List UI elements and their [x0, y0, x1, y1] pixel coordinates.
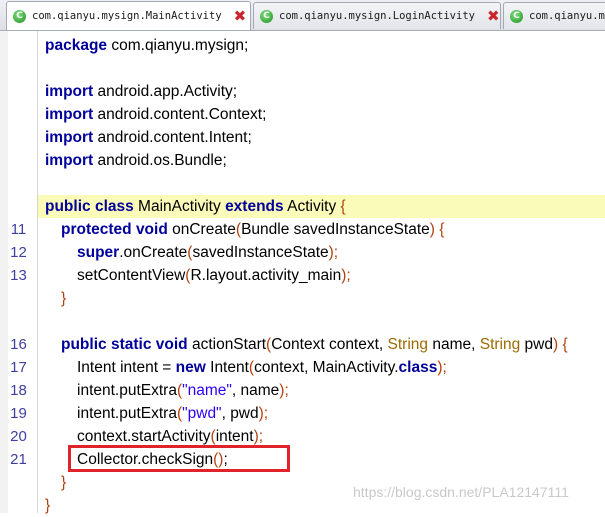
keyword: super	[77, 244, 120, 261]
close-icon[interactable]: ✖	[487, 8, 500, 24]
annotation-highlight-box	[68, 445, 290, 472]
code-line: 19 intent.putExtra("pwd", pwd);	[0, 402, 605, 425]
code-text: R.layout.activity_main	[190, 267, 342, 284]
brace: }	[61, 290, 67, 307]
paren: );	[253, 428, 264, 445]
code-line: import android.content.Context;	[0, 103, 605, 126]
string-literal: "pwd"	[182, 405, 222, 422]
code-text: Intent intent =	[77, 359, 176, 376]
code-text: Bundle savedInstanceState	[241, 221, 430, 238]
tab-label: com.qianyu.mysign.MainActivity	[32, 10, 222, 22]
method-name: actionStart	[187, 336, 267, 353]
paren: );	[341, 267, 351, 284]
keyword: void	[155, 336, 188, 353]
code-text: intent	[215, 428, 254, 445]
watermark-text: https://blog.csdn.net/PLA12147111	[353, 484, 569, 500]
line-number: 11	[10, 221, 27, 238]
paren: );	[437, 359, 447, 376]
code-line: 17 Intent intent = new Intent(context, M…	[0, 356, 605, 379]
keyword: extends	[225, 198, 284, 215]
code-text: Context context,	[271, 336, 388, 353]
java-class-icon: C	[13, 9, 26, 23]
code-text: context, MainActivity.	[254, 359, 399, 376]
code-line: import android.app.Activity;	[0, 80, 605, 103]
code-line: 16 public static void actionStart(Contex…	[0, 333, 605, 356]
line-number: 18	[10, 382, 27, 399]
string-literal: "name"	[182, 382, 232, 399]
tab-other-activity[interactable]: C com.qianyu.m	[503, 2, 605, 29]
code-line: }	[0, 287, 605, 310]
code-line: 13 setContentView(R.layout.activity_main…	[0, 264, 605, 287]
line-number: 13	[10, 267, 27, 284]
paren: );	[279, 382, 289, 399]
code-text: intent.putExtra	[77, 405, 177, 422]
code-text: com.qianyu.mysign;	[107, 37, 249, 54]
code-line: import android.content.Intent;	[0, 126, 605, 149]
parent-class: Activity	[283, 198, 341, 215]
code-text: context.startActivity	[77, 428, 211, 445]
code-line: 18 intent.putExtra("name", name);	[0, 379, 605, 402]
paren: );	[328, 244, 339, 261]
code-text: Intent	[205, 359, 249, 376]
brace: }	[45, 497, 51, 514]
code-text: intent.putExtra	[77, 382, 177, 399]
code-line: 12 super.onCreate(savedInstanceState);	[0, 241, 605, 264]
tab-label: com.qianyu.m	[529, 10, 605, 22]
line-number: 17	[10, 359, 27, 376]
brace: }	[61, 474, 67, 491]
java-class-icon: C	[510, 9, 523, 23]
keyword: class	[398, 359, 438, 376]
code-text: savedInstanceState	[192, 244, 329, 261]
line-number: 21	[10, 451, 27, 468]
brace: {	[434, 221, 445, 238]
code-text: name,	[428, 336, 480, 353]
code-text: setContentView	[77, 267, 186, 284]
keyword: package	[45, 37, 108, 54]
paren: );	[258, 405, 269, 422]
current-line-highlight: public class MainActivity extends Activi…	[38, 195, 605, 218]
code-line: import android.os.Bundle;	[0, 149, 605, 172]
keyword: public	[61, 336, 107, 353]
code-text: android.os.Bundle;	[93, 152, 227, 169]
code-text: android.app.Activity;	[93, 83, 238, 100]
brace: {	[340, 198, 346, 215]
code-text: android.content.Context;	[93, 106, 267, 123]
keyword: import	[45, 83, 94, 100]
type-name: String	[387, 336, 429, 353]
keyword: import	[45, 129, 94, 146]
keyword: protected	[61, 221, 132, 238]
code-text: pwd	[520, 336, 553, 353]
brace: {	[558, 336, 568, 353]
method-name: onCreate	[167, 221, 236, 238]
code-text: android.content.Intent;	[93, 129, 252, 146]
code-line: package com.qianyu.mysign;	[0, 34, 605, 57]
keyword: import	[45, 152, 94, 169]
keyword: new	[175, 359, 206, 376]
close-icon[interactable]: ✖	[234, 8, 247, 24]
line-number: 12	[10, 244, 27, 261]
class-name: MainActivity	[133, 198, 226, 215]
code-text: , name	[231, 382, 280, 399]
editor-tab-bar: C com.qianyu.mysign.MainActivity ✖ C com…	[0, 0, 605, 31]
keyword: public	[45, 198, 91, 215]
code-text: , pwd	[221, 405, 259, 422]
keyword: void	[135, 221, 168, 238]
tab-label: com.qianyu.mysign.LoginActivity	[279, 10, 475, 22]
line-number: 20	[10, 428, 27, 445]
keyword: import	[45, 106, 94, 123]
code-line: 11 protected void onCreate(Bundle savedI…	[0, 218, 605, 241]
line-number: 16	[10, 336, 27, 353]
code-text: .onCreate	[119, 244, 188, 261]
tab-login-activity[interactable]: C com.qianyu.mysign.LoginActivity ✖	[253, 2, 501, 29]
line-number: 19	[10, 405, 27, 422]
keyword: static	[110, 336, 152, 353]
type-name: String	[479, 336, 521, 353]
tab-main-activity[interactable]: C com.qianyu.mysign.MainActivity ✖	[6, 1, 251, 30]
keyword: class	[94, 198, 134, 215]
code-editor[interactable]: package com.qianyu.mysign; import androi…	[0, 31, 605, 514]
java-class-icon: C	[260, 9, 273, 23]
